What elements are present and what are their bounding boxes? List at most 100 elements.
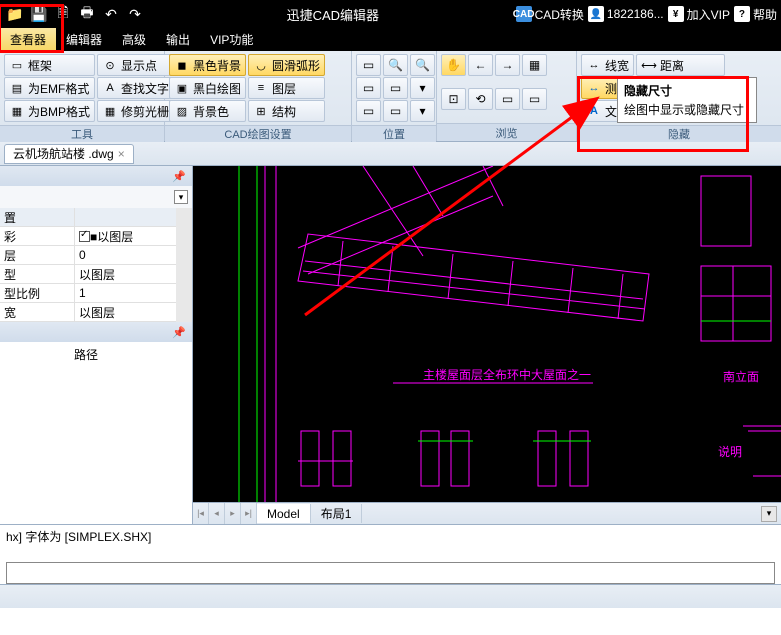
blackbg-button[interactable]: ◼黑色背景 <box>169 54 246 76</box>
bwdraw-button[interactable]: ▣黑白绘图 <box>169 77 246 99</box>
pan-button[interactable]: ✋ <box>441 54 466 76</box>
workspace: 📌 ▾ 置 彩 ■以图层 层 0 型 以图层 <box>0 166 781 524</box>
tab-nav-next[interactable]: ▸ <box>225 503 241 524</box>
pin-icon[interactable]: 📌 <box>172 170 186 183</box>
scrollbar[interactable] <box>176 208 192 322</box>
frame-icon: ▭ <box>9 57 25 73</box>
pos-btn9[interactable]: ▾ <box>410 100 435 122</box>
trimraster-button[interactable]: ▦修剪光栅 <box>97 100 174 122</box>
prop-row[interactable]: 宽 以图层 <box>0 303 176 322</box>
smootharc-button[interactable]: ◡圆滑弧形 <box>248 54 325 76</box>
cad-convert-button[interactable]: CADCAD转换 <box>516 6 584 23</box>
pos-btn3[interactable]: 🔍 <box>410 54 435 76</box>
checkbox[interactable] <box>79 231 90 242</box>
menu-viewer[interactable]: 查看器 <box>0 28 56 51</box>
ribbon-group-browse: ✋ ← → ▦ ⊡ ⟲ ▭ ▭ 浏览 <box>437 51 577 141</box>
pos-btn1[interactable]: ▭ <box>356 54 381 76</box>
linewidth-button[interactable]: ↔线宽 <box>581 54 634 76</box>
bmp-button[interactable]: ▦为BMP格式 <box>4 100 95 122</box>
path-section: 📌 路径 <box>0 322 192 524</box>
tab-nav-last[interactable]: ▸| <box>241 503 257 524</box>
dropdown-icon[interactable]: ▾ <box>174 190 188 204</box>
menu-advanced[interactable]: 高级 <box>112 28 156 51</box>
close-icon[interactable]: × <box>118 147 125 161</box>
group-label-cad: CAD绘图设置 <box>165 125 351 142</box>
emf-button[interactable]: ▤为EMF格式 <box>4 77 95 99</box>
svg-text:南立面: 南立面 <box>723 369 759 384</box>
help-icon: ? <box>734 6 750 22</box>
tab-model[interactable]: Model <box>257 504 311 523</box>
nav-btn7[interactable]: ▭ <box>495 88 520 110</box>
measure-icon: ↔ <box>586 80 602 96</box>
panel-header-1: 📌 <box>0 166 192 186</box>
tab-nav-prev[interactable]: ◂ <box>209 503 225 524</box>
nav-btn6[interactable]: ⟲ <box>468 88 493 110</box>
vip-button[interactable]: ¥加入VIP <box>668 6 730 23</box>
pos-btn6[interactable]: ▾ <box>410 77 435 99</box>
nav-btn4[interactable]: ▦ <box>522 54 547 76</box>
distance-button[interactable]: ⟷距离 <box>636 54 725 76</box>
cad-drawing: 主楼屋面层全布环中大屋面之一 南立面 <box>193 166 781 502</box>
saveas-icon[interactable]: 🗎 <box>52 3 74 25</box>
tab-layout1[interactable]: 布局1 <box>311 504 363 523</box>
file-tab[interactable]: 云机场航站楼 .dwg × <box>4 144 134 164</box>
cad-icon: CAD <box>516 6 532 22</box>
menu-output[interactable]: 输出 <box>156 28 200 51</box>
tooltip: 隐藏尺寸 绘图中显示或隐藏尺寸 <box>617 77 757 123</box>
menu-bar: 查看器 编辑器 高级 输出 VIP功能 <box>0 28 781 51</box>
nav-btn8[interactable]: ▭ <box>522 88 547 110</box>
user-icon: 👤 <box>588 6 604 22</box>
prop-row[interactable]: 层 0 <box>0 246 176 265</box>
nav-btn5[interactable]: ⊡ <box>441 88 466 110</box>
layers-icon: ≡ <box>253 80 269 96</box>
tab-nav-first[interactable]: |◂ <box>193 503 209 524</box>
menu-vip[interactable]: VIP功能 <box>200 28 263 51</box>
ribbon-group-cad-settings: ◼黑色背景 ▣黑白绘图 ▨背景色 ◡圆滑弧形 ≡图层 ⊞结构 CAD绘图设置 <box>165 51 352 141</box>
command-input[interactable] <box>6 562 775 584</box>
user-button[interactable]: 👤1822186... <box>588 6 664 22</box>
properties-panel: 📌 ▾ 置 彩 ■以图层 层 0 型 以图层 <box>0 166 193 524</box>
ribbon-group-measure: ↔线宽 ↔测量 A文 ⟷距离 ⟷多段线长度 隐藏 隐藏尺寸 绘图中显示或隐藏尺寸 <box>577 51 781 141</box>
open-icon[interactable]: 📁 <box>4 3 26 25</box>
layout-scroll: ▾ <box>362 506 781 522</box>
scroll-down-icon[interactable]: ▾ <box>761 506 777 522</box>
save-icon[interactable]: 💾 <box>28 3 50 25</box>
pos-btn5[interactable]: ▭ <box>383 77 408 99</box>
tooltip-desc: 绘图中显示或隐藏尺寸 <box>624 101 750 118</box>
text-icon: A <box>586 103 602 119</box>
trim-icon: ▦ <box>102 103 118 119</box>
bw-icon: ▣ <box>174 80 190 96</box>
pin-icon[interactable]: 📌 <box>172 326 186 339</box>
help-button[interactable]: ?帮助 <box>734 6 777 23</box>
prop-row[interactable]: 彩 ■以图层 <box>0 227 176 246</box>
redo-icon[interactable]: ↷ <box>124 3 146 25</box>
frame-button[interactable]: ▭框架 <box>4 54 95 76</box>
drawing-canvas[interactable]: 主楼屋面层全布环中大屋面之一 南立面 <box>193 166 781 502</box>
nav-left[interactable]: ← <box>468 54 493 76</box>
app-title: 迅捷CAD编辑器 <box>150 5 516 24</box>
bgcolor-button[interactable]: ▨背景色 <box>169 100 246 122</box>
menu-editor[interactable]: 编辑器 <box>56 28 112 51</box>
pos-btn8[interactable]: ▭ <box>383 100 408 122</box>
pos-btn4[interactable]: ▭ <box>356 77 381 99</box>
tooltip-title: 隐藏尺寸 <box>624 82 750 99</box>
panel-toolbar: ▾ <box>0 186 192 208</box>
arc-icon: ◡ <box>253 57 269 73</box>
quick-access-toolbar: 📁 💾 🗎 🖶 ↶ ↷ <box>0 3 150 25</box>
command-output: hx] 字体为 [SIMPLEX.SHX] <box>0 524 781 554</box>
layers-button[interactable]: ≡图层 <box>248 77 325 99</box>
print-icon[interactable]: 🖶 <box>76 3 98 25</box>
showpoint-button[interactable]: ⊙显示点 <box>97 54 174 76</box>
bmp-icon: ▦ <box>9 103 25 119</box>
structure-button[interactable]: ⊞结构 <box>248 100 325 122</box>
findtext-button[interactable]: A查找文字 <box>97 77 174 99</box>
pos-btn2[interactable]: 🔍 <box>383 54 408 76</box>
ribbon: ▭框架 ▤为EMF格式 ▦为BMP格式 ⊙显示点 A查找文字 ▦修剪光栅 工具 … <box>0 51 781 142</box>
prop-row[interactable]: 型 以图层 <box>0 265 176 284</box>
bgcolor-icon: ▨ <box>174 103 190 119</box>
undo-icon[interactable]: ↶ <box>100 3 122 25</box>
find-icon: A <box>102 80 118 96</box>
prop-row[interactable]: 型比例 1 <box>0 284 176 303</box>
nav-right[interactable]: → <box>495 54 520 76</box>
pos-btn7[interactable]: ▭ <box>356 100 381 122</box>
